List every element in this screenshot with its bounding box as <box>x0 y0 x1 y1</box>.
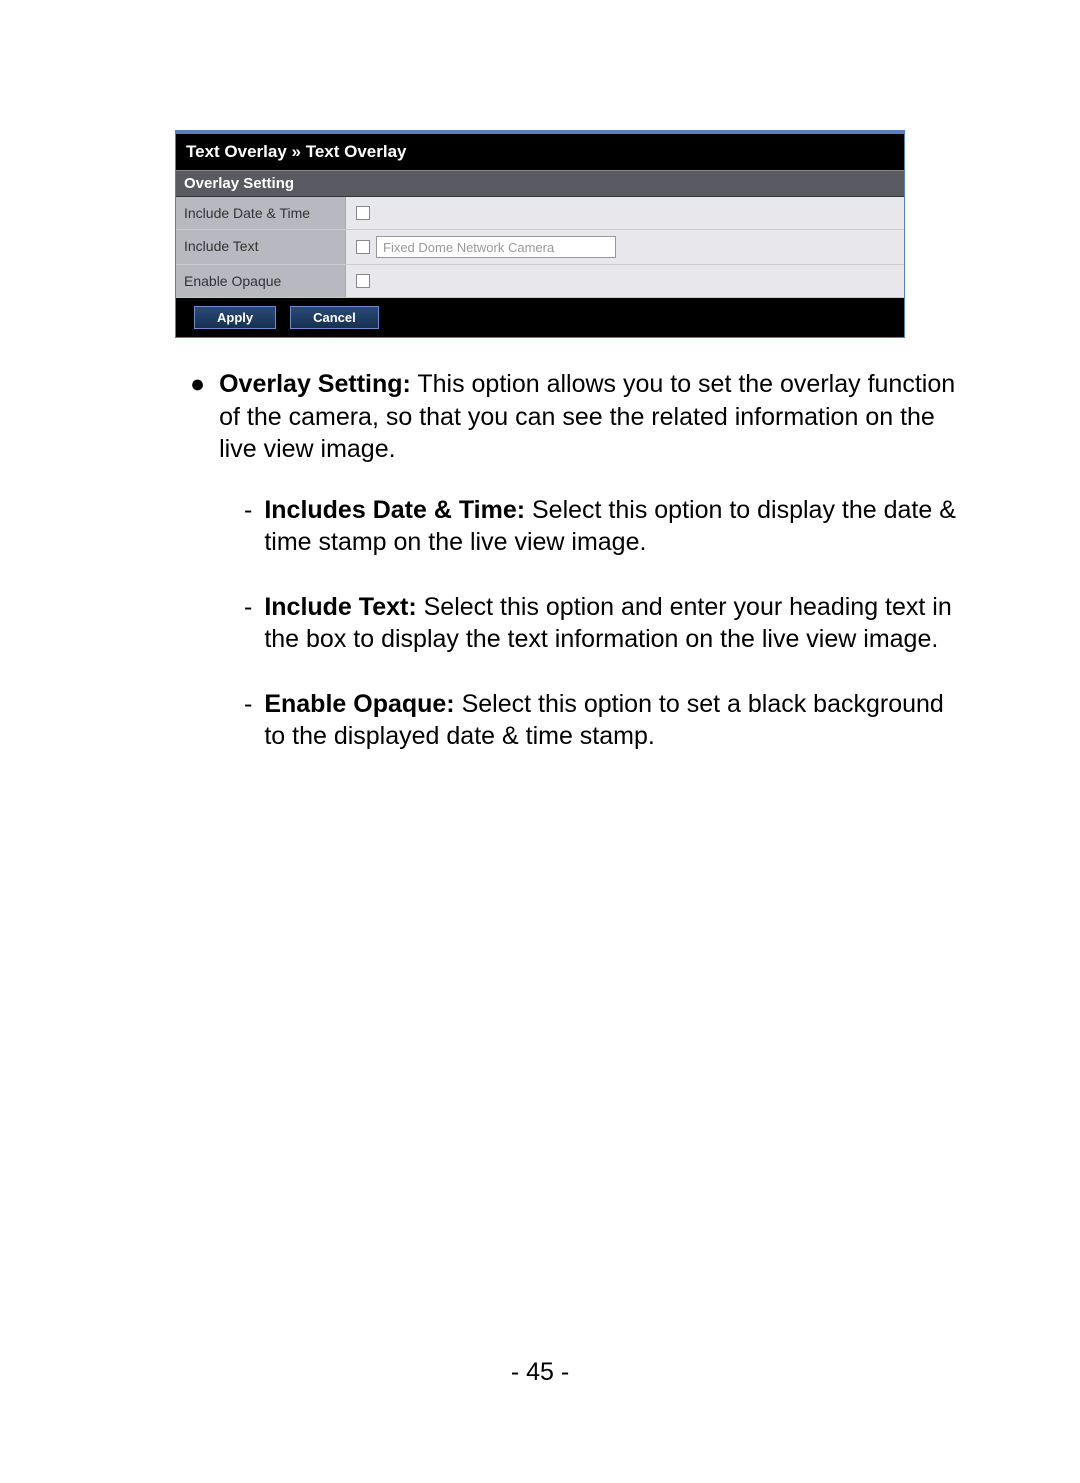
sub-bullet-include-text: - Include Text: Select this option and e… <box>244 591 970 656</box>
checkbox-include-date-time[interactable] <box>356 206 370 220</box>
sub-bullet-label: Enable Opaque: <box>264 690 454 718</box>
cancel-button[interactable]: Cancel <box>290 306 379 329</box>
dash-icon: - <box>244 688 252 753</box>
setting-label: Enable Opaque <box>176 265 346 297</box>
sub-bullet-text: Enable Opaque: Select this option to set… <box>264 688 970 753</box>
description-block: ● Overlay Setting: This option allows yo… <box>190 368 970 753</box>
setting-value-cell <box>346 197 904 229</box>
breadcrumb: Text Overlay » Text Overlay <box>176 131 904 170</box>
setting-value-cell <box>346 230 904 264</box>
main-bullet-label: Overlay Setting: <box>219 370 411 398</box>
bullet-icon: ● <box>190 368 205 466</box>
sub-bullet-label: Include Text: <box>264 593 416 621</box>
dash-icon: - <box>244 494 252 559</box>
setting-value-cell <box>346 265 904 297</box>
setting-row-include-text: Include Text <box>176 230 904 265</box>
checkbox-include-text[interactable] <box>356 240 370 254</box>
setting-row-enable-opaque: Enable Opaque <box>176 265 904 298</box>
setting-label: Include Text <box>176 230 346 264</box>
sub-bullet-date-time: - Includes Date & Time: Select this opti… <box>244 494 970 559</box>
config-panel: Text Overlay » Text Overlay Overlay Sett… <box>175 130 905 338</box>
main-bullet-text: Overlay Setting: This option allows you … <box>219 368 970 466</box>
apply-button[interactable]: Apply <box>194 306 276 329</box>
section-header: Overlay Setting <box>176 170 904 197</box>
sub-bullet-text: Include Text: Select this option and ent… <box>264 591 970 656</box>
page-number: - 45 - <box>0 1358 1080 1387</box>
setting-label: Include Date & Time <box>176 197 346 229</box>
overlay-text-input[interactable] <box>376 236 616 258</box>
checkbox-enable-opaque[interactable] <box>356 274 370 288</box>
button-row: Apply Cancel <box>176 298 904 337</box>
dash-icon: - <box>244 591 252 656</box>
main-bullet: ● Overlay Setting: This option allows yo… <box>190 368 970 466</box>
sub-bullet-enable-opaque: - Enable Opaque: Select this option to s… <box>244 688 970 753</box>
sub-bullet-label: Includes Date & Time: <box>264 496 525 524</box>
setting-row-date-time: Include Date & Time <box>176 197 904 230</box>
sub-bullet-text: Includes Date & Time: Select this option… <box>264 494 970 559</box>
